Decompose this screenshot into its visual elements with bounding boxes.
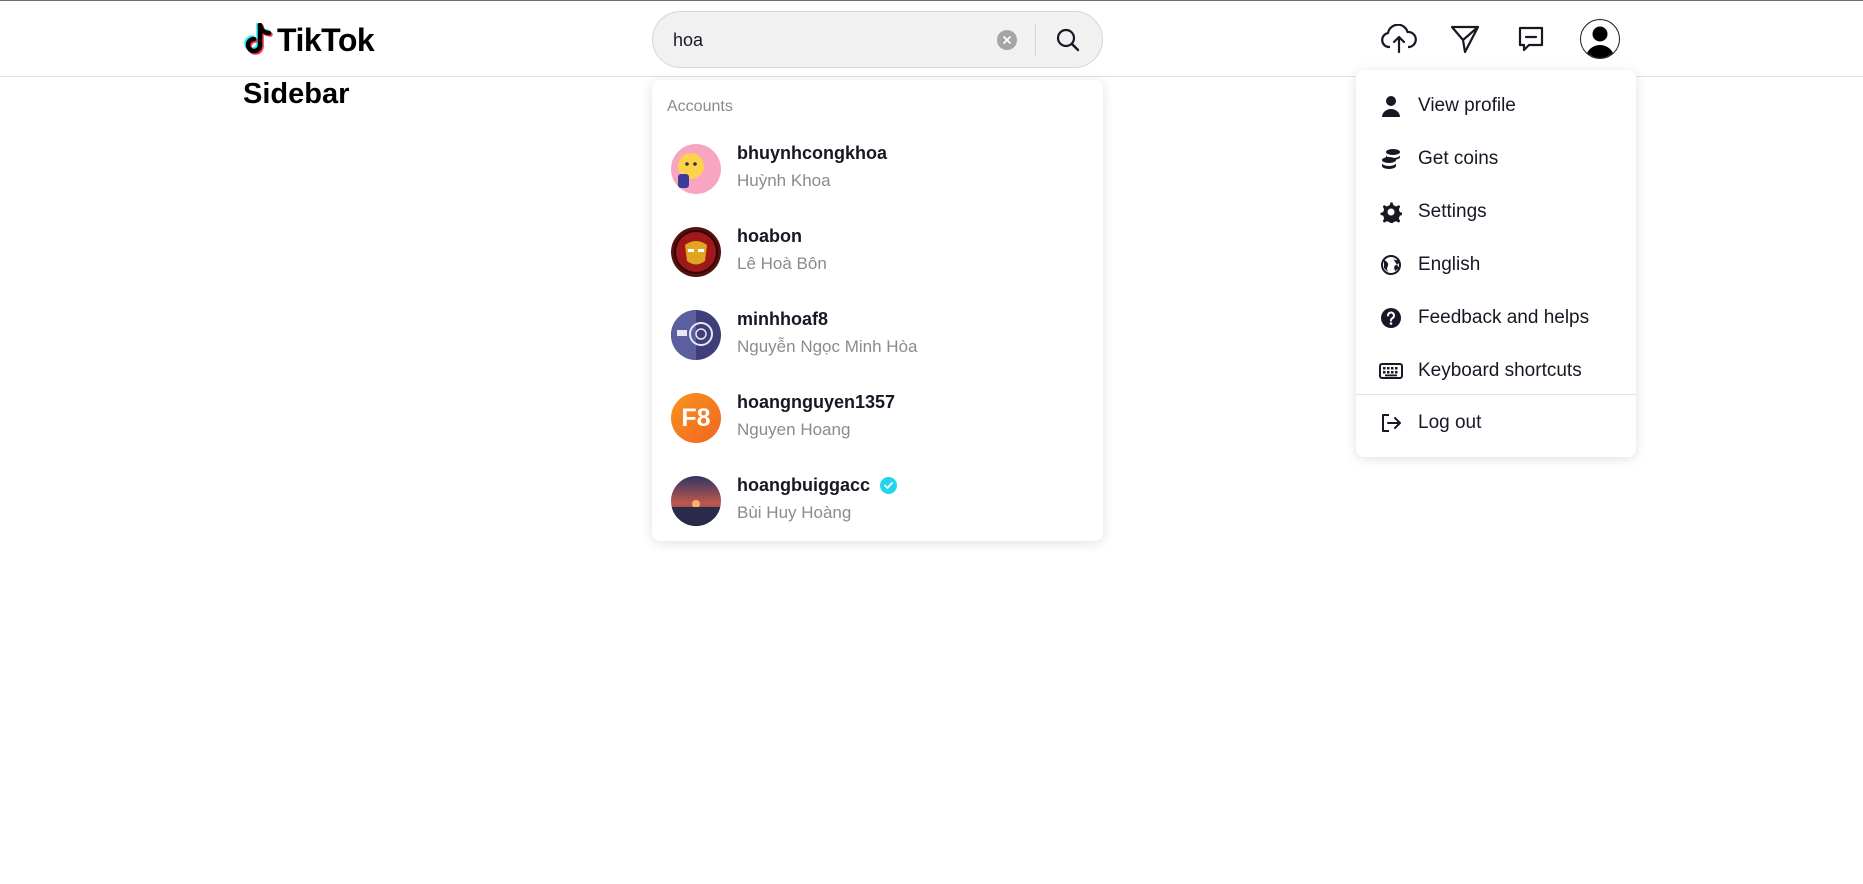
account-suggestion[interactable]: minhhoaf8 Nguyễn Ngọc Minh Hòa	[652, 300, 1103, 382]
clear-search-button[interactable]	[997, 30, 1017, 50]
menu-item-settings[interactable]: Settings	[1356, 186, 1636, 238]
tiktok-logo[interactable]: TikTok	[243, 19, 375, 61]
account-avatar: F8	[671, 393, 721, 443]
menu-divider	[1356, 394, 1636, 395]
verified-badge-icon	[880, 477, 898, 494]
search-bar	[652, 11, 1103, 68]
messages-button[interactable]	[1443, 17, 1487, 61]
menu-label: Log out	[1418, 412, 1482, 433]
account-username: hoangnguyen1357	[737, 392, 896, 412]
accounts-heading: Accounts	[667, 98, 733, 115]
account-username: hoabon	[737, 226, 802, 246]
profile-menu: View profile Get coins Settings English …	[1356, 70, 1636, 457]
close-icon	[1003, 36, 1011, 44]
menu-label: View profile	[1418, 95, 1516, 116]
search-input[interactable]	[673, 24, 933, 56]
account-username: hoangbuiggacc	[737, 475, 898, 496]
logo-wordmark: TikTok	[277, 21, 375, 58]
account-avatar	[671, 476, 721, 526]
menu-item-log-out[interactable]: Log out	[1356, 397, 1636, 449]
avatar-icon	[1586, 26, 1614, 58]
account-display-name: Bùi Huy Hoàng	[737, 503, 852, 522]
inbox-button[interactable]	[1509, 17, 1553, 61]
search-button[interactable]	[1051, 23, 1085, 57]
profile-avatar-button[interactable]	[1580, 19, 1620, 59]
sidebar-title: Sidebar	[243, 78, 350, 110]
logout-icon	[1379, 411, 1403, 435]
top-navbar: TikTok	[0, 0, 1863, 77]
coins-icon	[1379, 147, 1403, 171]
account-suggestion[interactable]: F8 hoangnguyen1357 Nguyen Hoang	[652, 383, 1103, 465]
menu-item-keyboard-shortcuts[interactable]: Keyboard shortcuts	[1356, 345, 1636, 397]
account-avatar	[671, 310, 721, 360]
upload-button[interactable]	[1377, 17, 1421, 61]
paper-plane-icon	[1450, 25, 1480, 54]
user-icon	[1379, 94, 1403, 118]
search-icon	[1056, 28, 1080, 52]
tiktok-note-icon	[244, 23, 273, 55]
menu-label: Settings	[1418, 201, 1487, 222]
gear-icon	[1379, 200, 1403, 224]
account-suggestion[interactable]: hoabon Lê Hoà Bôn	[652, 217, 1103, 299]
search-divider	[1035, 24, 1036, 56]
upload-icon	[1381, 24, 1417, 54]
menu-item-get-coins[interactable]: Get coins	[1356, 133, 1636, 185]
account-display-name: Nguyễn Ngọc Minh Hòa	[737, 337, 918, 356]
language-icon	[1379, 253, 1403, 277]
menu-label: Feedback and helps	[1418, 307, 1590, 328]
account-display-name: Nguyen Hoang	[737, 420, 851, 439]
account-display-name: Huỳnh Khoa	[737, 171, 831, 190]
account-display-name: Lê Hoà Bôn	[737, 254, 827, 273]
inbox-icon	[1518, 26, 1544, 52]
menu-item-feedback[interactable]: Feedback and helps	[1356, 292, 1636, 344]
account-avatar	[671, 144, 721, 194]
menu-item-language[interactable]: English	[1356, 239, 1636, 291]
account-avatar	[671, 227, 721, 277]
avatar-label: F8	[681, 403, 711, 432]
account-username: bhuynhcongkhoa	[737, 143, 887, 163]
menu-label: Keyboard shortcuts	[1418, 360, 1582, 381]
help-icon	[1379, 306, 1403, 330]
account-username: minhhoaf8	[737, 309, 829, 329]
search-suggestions-dropdown: Accounts bhuynhcongkhoa Huỳnh Khoa hoabo…	[652, 80, 1103, 541]
menu-label: Get coins	[1418, 148, 1499, 169]
keyboard-icon	[1379, 359, 1403, 383]
menu-item-view-profile[interactable]: View profile	[1356, 80, 1636, 132]
account-suggestion[interactable]: hoangbuiggacc Bùi Huy Hoàng	[652, 466, 1103, 548]
account-suggestion[interactable]: bhuynhcongkhoa Huỳnh Khoa	[652, 134, 1103, 216]
menu-label: English	[1418, 254, 1481, 275]
